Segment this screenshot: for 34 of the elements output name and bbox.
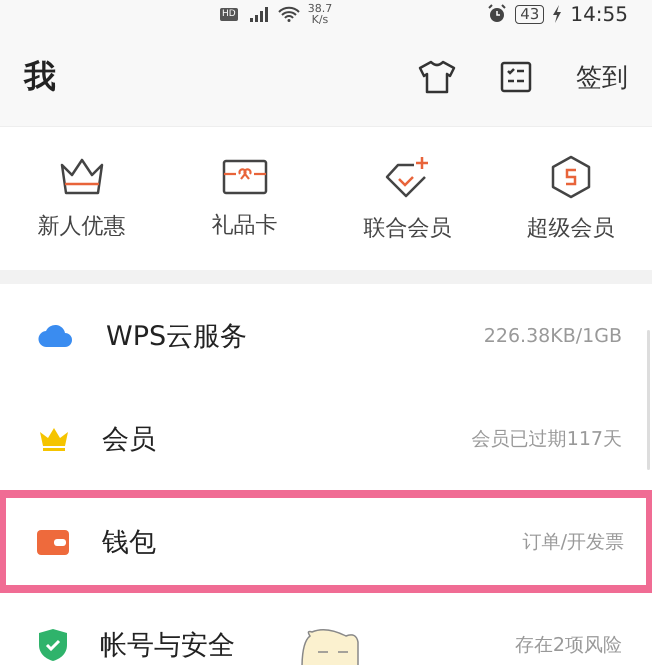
shield-check-icon <box>38 628 68 662</box>
shortcut-item[interactable]: 礼品卡 <box>163 158 326 240</box>
cloud-icon <box>38 324 74 348</box>
menu-row[interactable]: WPS云服务 226.38KB/1GB <box>0 284 652 387</box>
shortcut-item[interactable]: 超级会员 <box>489 154 652 242</box>
clock-time: 14:55 <box>570 2 628 26</box>
menu-detail: 存在2项风险 <box>514 632 622 658</box>
crown-icon <box>38 426 70 452</box>
t-shirt-icon[interactable] <box>418 60 456 94</box>
checklist-icon[interactable] <box>500 61 532 93</box>
gift-card-icon <box>222 158 268 196</box>
wifi-icon <box>278 6 300 22</box>
highlighted-menu-row[interactable]: 钱包 订单/开发票 <box>0 490 652 593</box>
menu-label: 会员 <box>102 422 156 456</box>
menu-row[interactable]: 会员 会员已过期117天 <box>0 387 652 490</box>
menu-detail: 226.38KB/1GB <box>484 324 622 346</box>
speed-unit: K/s <box>312 14 328 25</box>
shortcut-item[interactable]: 新人优惠 <box>0 156 163 240</box>
menu-row[interactable]: 帐号与安全 存在2项风险 <box>0 593 652 665</box>
wallet-icon <box>36 528 70 556</box>
page-title: 我 <box>24 56 56 97</box>
hexagon-s-icon <box>550 154 592 198</box>
alarm-clock-icon <box>487 4 508 24</box>
network-speed: 38.7 <box>308 3 332 14</box>
menu-detail: 订单/开发票 <box>522 530 624 554</box>
menu-label: 帐号与安全 <box>100 628 235 662</box>
shortcut-item[interactable]: 联合会员 <box>326 154 489 242</box>
hd-indicator: HD <box>220 8 238 20</box>
battery-level: 43 <box>515 4 544 24</box>
check-in-button[interactable]: 签到 <box>576 60 628 94</box>
menu-label: 钱包 <box>102 526 156 560</box>
charging-bolt-icon <box>552 5 562 23</box>
menu-label: WPS云服务 <box>106 320 248 354</box>
menu-detail: 会员已过期117天 <box>472 426 622 452</box>
